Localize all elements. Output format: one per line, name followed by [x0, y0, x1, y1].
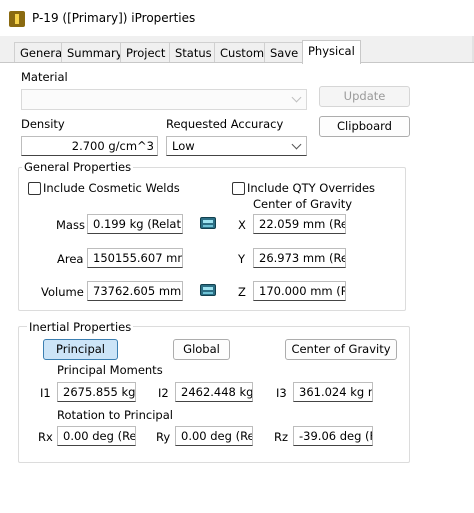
i2-label: I2 [158, 386, 169, 400]
include-cosmetic-welds-label: Include Cosmetic Welds [43, 181, 180, 195]
chevron-down-icon [291, 92, 302, 103]
x-label: X [238, 218, 246, 232]
global-button[interactable]: Global [173, 339, 230, 360]
tab-project[interactable]: Project [120, 42, 172, 63]
chevron-down-icon [291, 139, 302, 150]
volume-field[interactable]: 73762.605 mm^ [87, 281, 183, 301]
window-title: P-19 ([Primary]) iProperties [32, 11, 196, 25]
i3-field[interactable]: 361.024 kg m [293, 382, 373, 402]
tab-physical[interactable]: Physical [302, 40, 361, 64]
i1-field[interactable]: 2675.855 kg [57, 382, 136, 402]
material-label: Material [21, 70, 68, 84]
principal-moments-label: Principal Moments [57, 363, 163, 377]
material-dropdown[interactable] [21, 89, 307, 110]
cog-x-field[interactable]: 22.059 mm (Rela [253, 214, 346, 234]
i3-label: I3 [276, 386, 287, 400]
inertial-properties-legend: Inertial Properties [27, 320, 134, 334]
general-properties-legend: General Properties [22, 160, 134, 174]
title-bar: P-19 ([Primary]) iProperties [0, 0, 474, 36]
requested-accuracy-value: Low [172, 139, 195, 153]
center-of-gravity-button[interactable]: Center of Gravity [285, 339, 397, 360]
requested-accuracy-label: Requested Accuracy [166, 117, 284, 131]
volume-label: Volume [41, 285, 84, 299]
i2-field[interactable]: 2462.448 kg [175, 382, 253, 402]
rz-field[interactable]: -39.06 deg (F [293, 426, 373, 446]
include-qty-overrides-label: Include QTY Overrides [247, 181, 376, 195]
rx-label: Rx [38, 430, 53, 444]
mass-field[interactable]: 0.199 kg (Relativ [87, 214, 183, 234]
tab-custom[interactable]: Custom [214, 42, 271, 63]
y-label: Y [238, 252, 246, 266]
include-cosmetic-welds-checkbox[interactable] [28, 182, 41, 195]
calculator-icon[interactable] [200, 217, 216, 229]
ry-field[interactable]: 0.00 deg (Re [175, 426, 253, 446]
principal-button[interactable]: Principal [43, 339, 118, 360]
tab-save[interactable]: Save [264, 42, 305, 63]
tab-summary[interactable]: Summary [61, 42, 129, 63]
inventor-app-icon [9, 11, 25, 27]
area-label: Area [57, 252, 84, 266]
i1-label: I1 [40, 386, 51, 400]
tab-status[interactable]: Status [169, 42, 218, 63]
calculator-icon[interactable] [200, 284, 216, 296]
density-label: Density [21, 117, 65, 131]
rx-field[interactable]: 0.00 deg (Re [57, 426, 136, 446]
include-qty-overrides-checkbox[interactable] [232, 182, 245, 195]
ry-label: Ry [156, 430, 171, 444]
clipboard-button[interactable]: Clipboard [319, 116, 410, 137]
cog-y-field[interactable]: 26.973 mm (Rela [253, 248, 346, 268]
requested-accuracy-dropdown[interactable]: Low [166, 136, 307, 156]
rz-label: Rz [274, 430, 289, 444]
density-field[interactable]: 2.700 g/cm^3 [21, 136, 158, 156]
rotation-to-principal-label: Rotation to Principal [57, 408, 173, 422]
mass-label: Mass [56, 218, 85, 232]
area-field[interactable]: 150155.607 mm [87, 248, 183, 268]
center-of-gravity-label: Center of Gravity [253, 197, 353, 211]
z-label: Z [238, 285, 246, 299]
tab-bar: General Summary Project Status Custom Sa… [0, 40, 474, 64]
update-button[interactable]: Update [319, 86, 410, 107]
cog-z-field[interactable]: 170.000 mm (Re [253, 281, 346, 301]
